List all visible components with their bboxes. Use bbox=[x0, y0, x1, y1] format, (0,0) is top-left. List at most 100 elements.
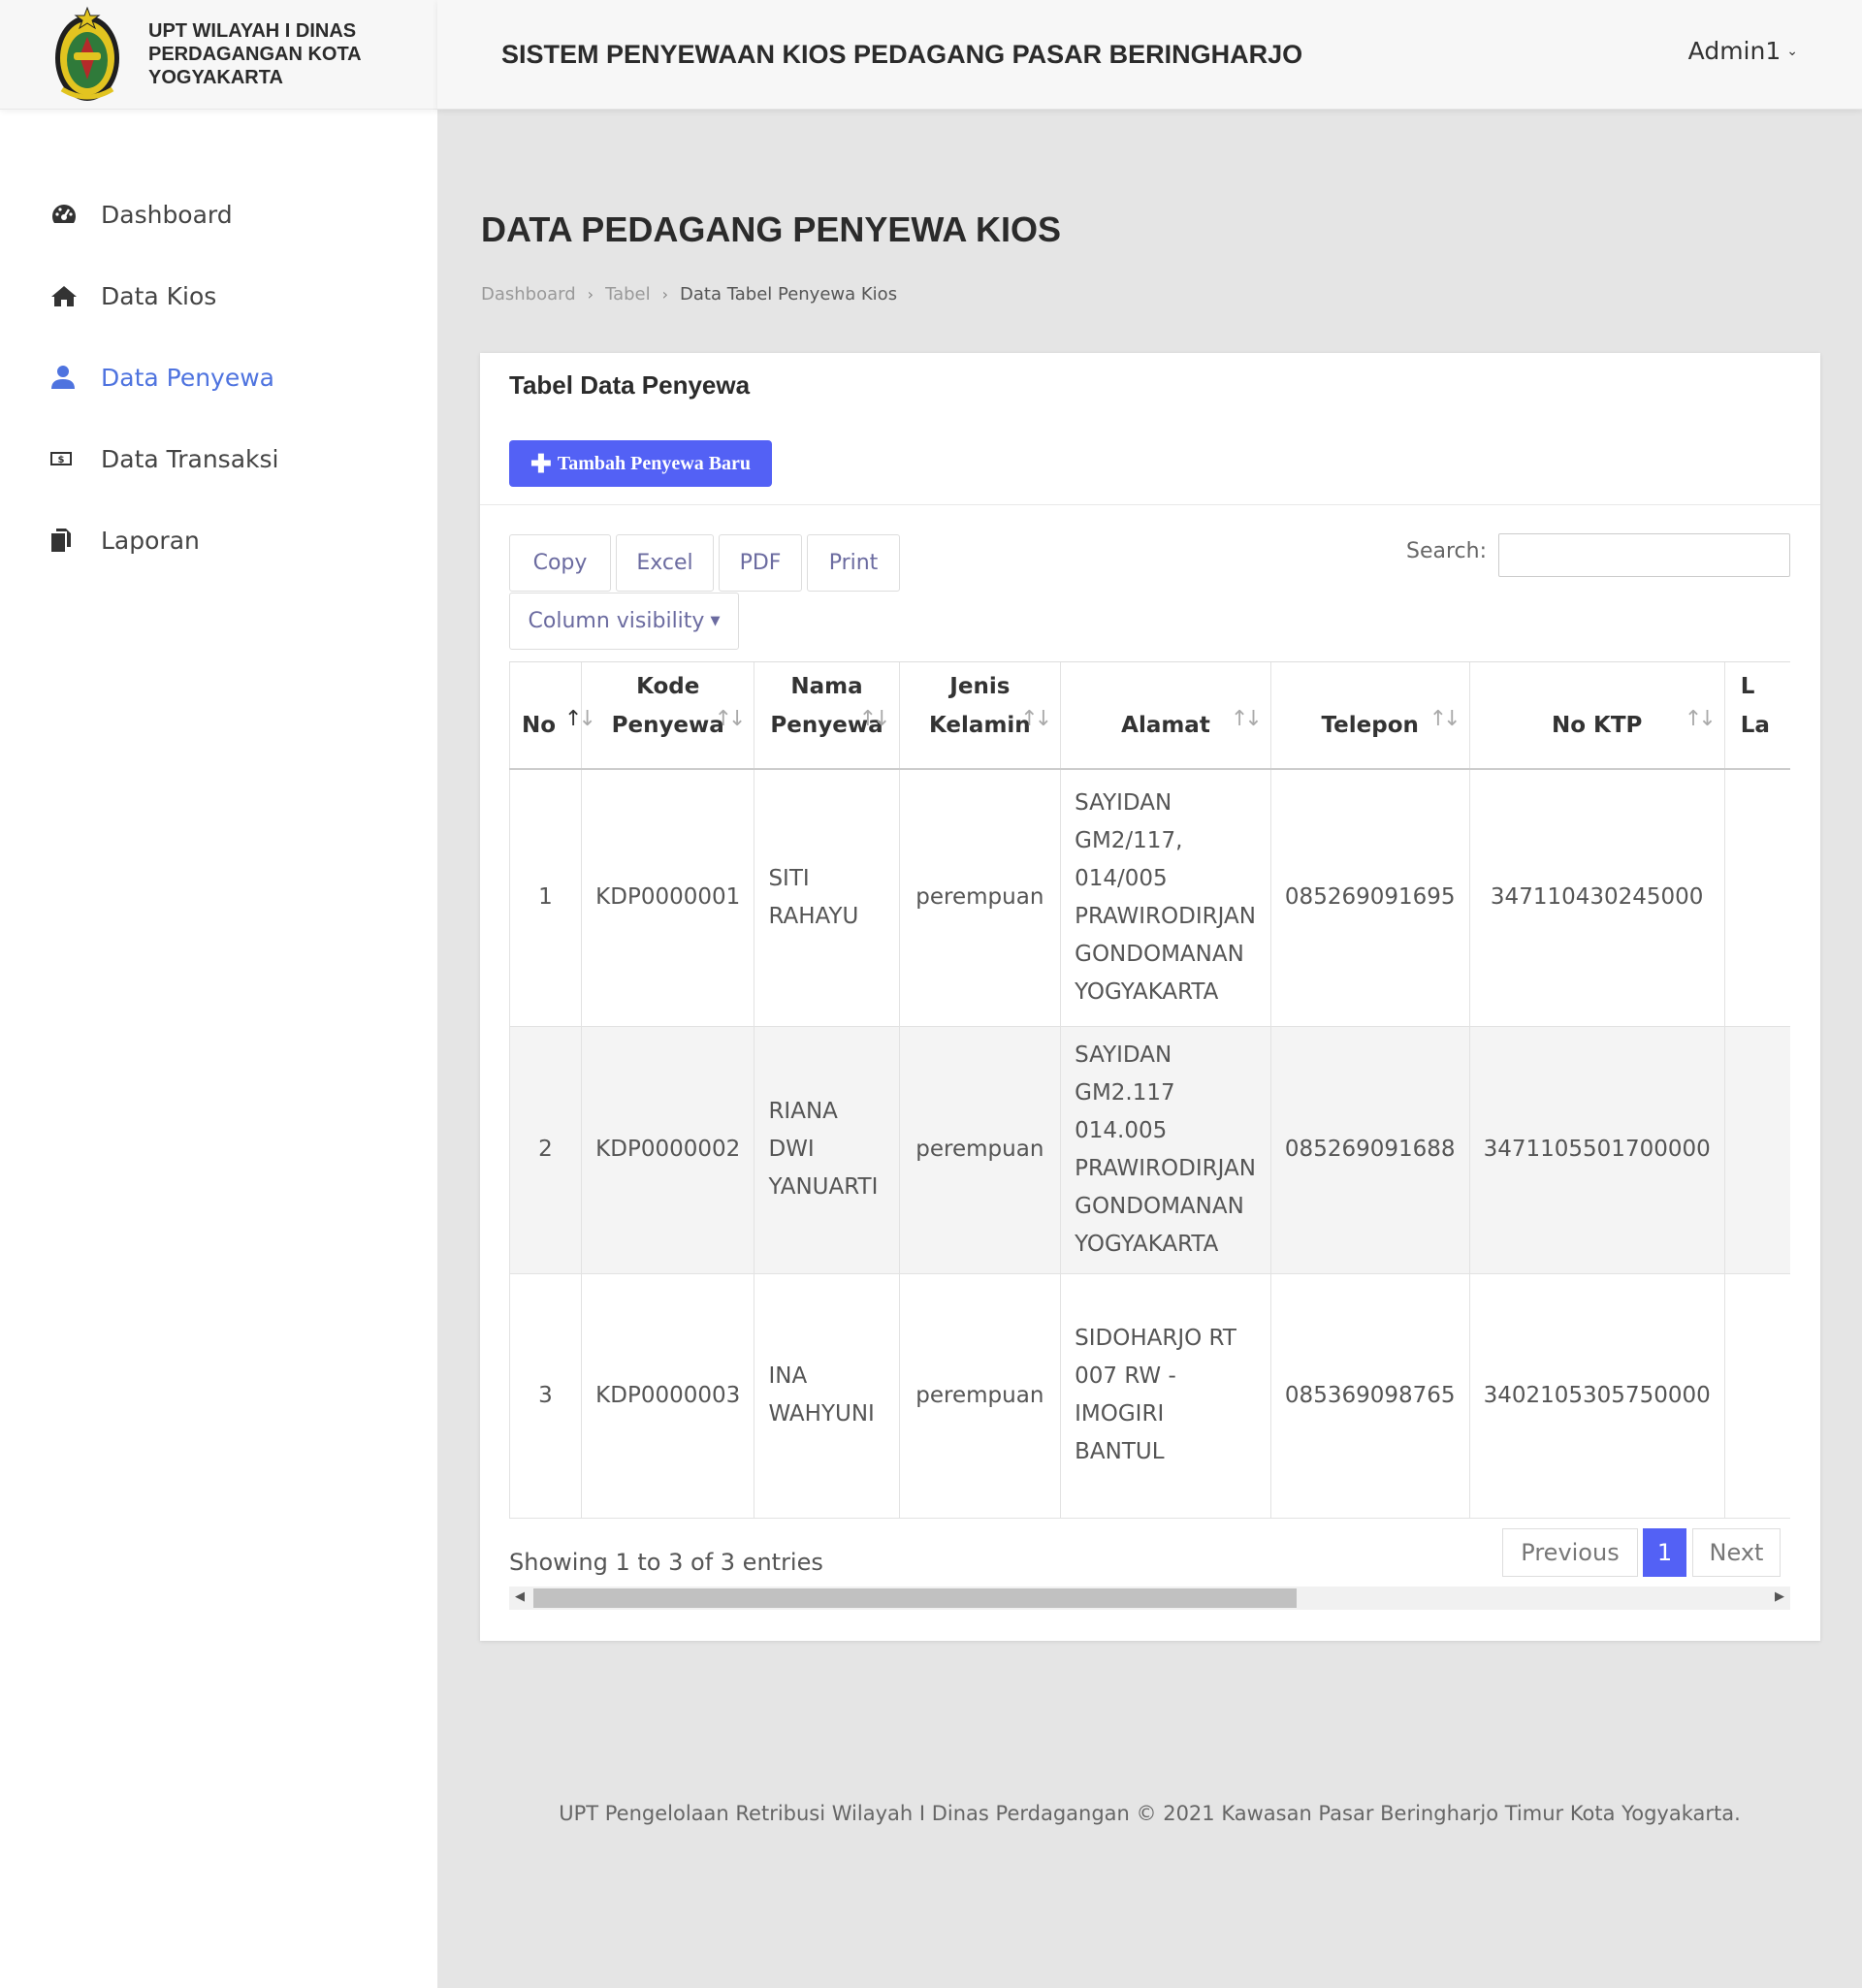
brand-name: UPT WILAYAH I DINAS PERDAGANGAN KOTA YOG… bbox=[148, 20, 362, 88]
cell-jenis-kelamin: perempuan bbox=[899, 1026, 1062, 1274]
cell-alamat: SAYIDAN GM2/117, 014/005 PRAWIRODIRJAN G… bbox=[1060, 769, 1271, 1027]
copy-button[interactable]: Copy bbox=[509, 534, 611, 592]
cell-alamat: SIDOHARJO RT 007 RW - IMOGIRI BANTUL bbox=[1060, 1273, 1271, 1519]
brand[interactable]: UPT WILAYAH I DINAS PERDAGANGAN KOTA YOG… bbox=[0, 0, 437, 110]
cell-telepon: 085369098765 bbox=[1270, 1273, 1470, 1519]
search-input[interactable] bbox=[1498, 533, 1790, 577]
chevron-right-icon: › bbox=[661, 285, 669, 304]
user-icon bbox=[50, 365, 101, 390]
cell-nama: SITI RAHAYU bbox=[754, 769, 900, 1027]
search-label: Search: bbox=[1406, 539, 1487, 563]
pdf-button[interactable]: PDF bbox=[719, 534, 802, 592]
sort-icon: ↑↓ bbox=[1684, 707, 1717, 731]
table-header-row: No ↑↓ Kode Penyewa ↑↓ Nama Penyewa ↑↓ Je… bbox=[509, 662, 1790, 770]
sort-icon: ↑↓ bbox=[1429, 707, 1461, 731]
add-tenant-button[interactable]: ✚ Tambah Penyewa Baru bbox=[509, 440, 772, 487]
cell-no-ktp: 3471105501700000 bbox=[1469, 1026, 1725, 1274]
column-header-no[interactable]: No ↑↓ bbox=[509, 662, 596, 770]
column-visibility-button[interactable]: Column visibility ▼ bbox=[509, 593, 739, 650]
cell-no: 3 bbox=[509, 1273, 582, 1519]
chevron-right-icon: › bbox=[587, 285, 594, 304]
breadcrumb-item-tabel[interactable]: Tabel bbox=[605, 284, 651, 305]
cell-no-ktp: 347110430245000 bbox=[1469, 769, 1725, 1027]
next-button[interactable]: Next bbox=[1692, 1528, 1781, 1577]
cell-jenis-kelamin: perempuan bbox=[899, 769, 1062, 1027]
column-header-line2: No KTP bbox=[1551, 713, 1643, 738]
breadcrumb: Dashboard › Tabel › Data Tabel Penyewa K… bbox=[481, 284, 897, 305]
svg-text:$: $ bbox=[58, 455, 65, 465]
sidebar: UPT WILAYAH I DINAS PERDAGANGAN KOTA YOG… bbox=[0, 0, 437, 1988]
previous-button[interactable]: Previous bbox=[1502, 1528, 1638, 1577]
sidebar-item-data-kios[interactable]: Data Kios bbox=[0, 255, 437, 337]
page-1-button[interactable]: 1 bbox=[1643, 1528, 1686, 1577]
home-icon bbox=[50, 284, 101, 307]
table-row[interactable]: 1 KDP0000001 SITI RAHAYU perempuan SAYID… bbox=[509, 769, 1790, 1027]
excel-button[interactable]: Excel bbox=[616, 534, 714, 592]
topbar: SISTEM PENYEWAAN KIOS PEDAGANG PASAR BER… bbox=[437, 0, 1862, 110]
data-card: Tabel Data Penyewa ✚ Tambah Penyewa Baru… bbox=[480, 353, 1820, 1641]
sidebar-item-dashboard[interactable]: Dashboard bbox=[0, 174, 437, 255]
column-header-kode-penyewa[interactable]: Kode Penyewa ↑↓ bbox=[581, 662, 755, 770]
sidebar-item-label: Dashboard bbox=[101, 200, 233, 229]
sidebar-item-laporan[interactable]: Laporan bbox=[0, 499, 437, 581]
sort-icon: ↑↓ bbox=[1020, 707, 1052, 731]
cell-nama: RIANA DWI YANUARTI bbox=[754, 1026, 900, 1274]
cell-truncated bbox=[1724, 1026, 1790, 1274]
cell-nama: INA WAHYUNI bbox=[754, 1273, 900, 1519]
horizontal-scrollbar[interactable]: ◀ ▶ bbox=[509, 1587, 1790, 1610]
cell-alamat: SAYIDAN GM2.117 014.005 PRAWIRODIRJAN GO… bbox=[1060, 1026, 1271, 1274]
cell-kode: KDP0000002 bbox=[581, 1026, 755, 1274]
sidebar-item-data-transaksi[interactable]: $ Data Transaksi bbox=[0, 418, 437, 499]
chevron-down-icon: ⌄ bbox=[1786, 43, 1798, 59]
breadcrumb-item-current: Data Tabel Penyewa Kios bbox=[680, 284, 898, 305]
column-header-line2: No bbox=[522, 713, 557, 738]
scroll-left-icon[interactable]: ◀ bbox=[515, 1589, 525, 1604]
column-header-telepon[interactable]: Telepon ↑↓ bbox=[1270, 662, 1470, 770]
sidebar-item-label: Data Penyewa bbox=[101, 363, 274, 392]
column-header-truncated[interactable]: L La bbox=[1724, 662, 1790, 770]
scroll-right-icon[interactable]: ▶ bbox=[1775, 1589, 1784, 1604]
column-visibility-label: Column visibility bbox=[528, 609, 705, 633]
sidebar-item-label: Data Transaksi bbox=[101, 444, 279, 473]
column-header-no-ktp[interactable]: No KTP ↑↓ bbox=[1469, 662, 1725, 770]
tenant-table: No ↑↓ Kode Penyewa ↑↓ Nama Penyewa ↑↓ Je… bbox=[509, 662, 1790, 1519]
divider bbox=[480, 504, 1820, 505]
sidebar-item-label: Laporan bbox=[101, 526, 200, 555]
cell-kode: KDP0000003 bbox=[581, 1273, 755, 1519]
table-scroll-area[interactable]: No ↑↓ Kode Penyewa ↑↓ Nama Penyewa ↑↓ Je… bbox=[509, 661, 1790, 1520]
sidebar-item-data-penyewa[interactable]: Data Penyewa bbox=[0, 337, 437, 418]
sidebar-nav: Dashboard Data Kios Data Penyewa $ Data … bbox=[0, 174, 437, 581]
column-header-line1: L bbox=[1740, 674, 1755, 699]
breadcrumb-item-dashboard[interactable]: Dashboard bbox=[481, 284, 576, 305]
cell-telepon: 085269091688 bbox=[1270, 1026, 1470, 1274]
footer: UPT Pengelolaan Retribusi Wilayah I Dina… bbox=[559, 1802, 1741, 1825]
cell-no: 1 bbox=[509, 769, 582, 1027]
plus-icon: ✚ bbox=[530, 448, 552, 478]
column-header-jenis-kelamin[interactable]: Jenis Kelamin ↑↓ bbox=[899, 662, 1062, 770]
scrollbar-thumb[interactable] bbox=[533, 1588, 1297, 1608]
column-header-nama-penyewa[interactable]: Nama Penyewa ↑↓ bbox=[754, 662, 900, 770]
app-title: SISTEM PENYEWAAN KIOS PEDAGANG PASAR BER… bbox=[501, 39, 1303, 69]
cell-kode: KDP0000001 bbox=[581, 769, 755, 1027]
caret-down-icon: ▼ bbox=[710, 614, 721, 628]
sort-icon: ↑↓ bbox=[858, 707, 891, 731]
money-bill-icon: $ bbox=[50, 451, 101, 466]
table-row[interactable]: 2 KDP0000002 RIANA DWI YANUARTI perempua… bbox=[509, 1026, 1790, 1274]
cell-truncated bbox=[1724, 769, 1790, 1027]
coat-of-arms-logo bbox=[55, 6, 119, 101]
tachometer-icon bbox=[50, 203, 101, 226]
table-row[interactable]: 3 KDP0000003 INA WAHYUNI perempuan SIDOH… bbox=[509, 1273, 1790, 1519]
sidebar-item-label: Data Kios bbox=[101, 281, 217, 310]
cell-jenis-kelamin: perempuan bbox=[899, 1273, 1062, 1519]
user-name: Admin1 bbox=[1687, 37, 1782, 65]
page-title: DATA PEDAGANG PENYEWA KIOS bbox=[481, 209, 1062, 249]
column-header-line2: La bbox=[1740, 713, 1770, 738]
copy-icon bbox=[50, 528, 101, 553]
user-menu[interactable]: Admin1 ⌄ bbox=[1688, 37, 1798, 65]
card-title: Tabel Data Penyewa bbox=[509, 370, 751, 400]
print-button[interactable]: Print bbox=[807, 534, 900, 592]
column-header-alamat[interactable]: Alamat ↑↓ bbox=[1060, 662, 1271, 770]
table-info: Showing 1 to 3 of 3 entries bbox=[509, 1549, 823, 1576]
sort-icon: ↑↓ bbox=[714, 707, 747, 731]
add-tenant-label: Tambah Penyewa Baru bbox=[557, 452, 752, 474]
